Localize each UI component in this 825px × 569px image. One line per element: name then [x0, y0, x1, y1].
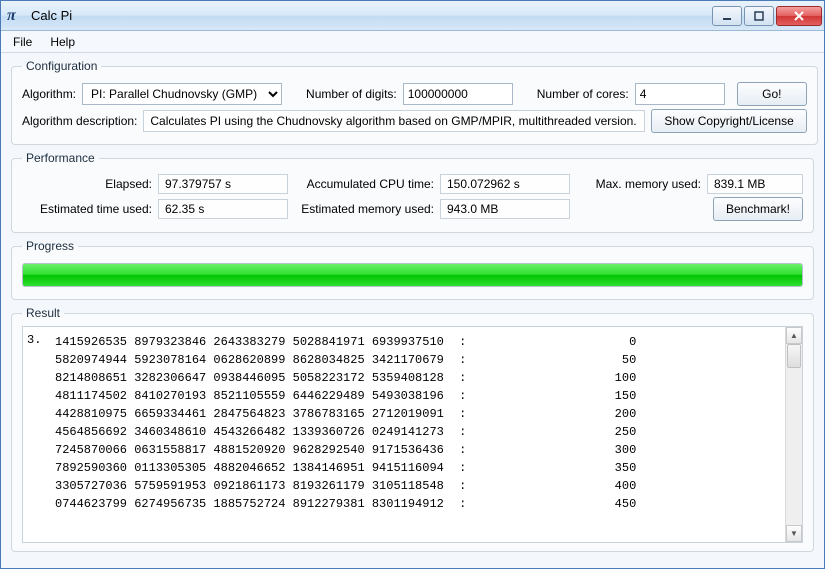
result-index: 50	[466, 351, 636, 369]
elapsed-label: Elapsed:	[22, 177, 152, 191]
result-digits: 7245870066 0631558817 4881520920 9628292…	[55, 441, 444, 459]
performance-group: Performance Elapsed: 97.379757 s Accumul…	[11, 151, 814, 233]
result-index: 0	[466, 333, 636, 351]
result-digits: 4811174502 8410270193 8521105559 6446229…	[55, 387, 444, 405]
result-line: 1415926535 8979323846 2643383279 5028841…	[55, 333, 781, 351]
result-line: 8214808651 3282306647 0938446095 5058223…	[55, 369, 781, 387]
config-group: Configuration Algorithm: PI: Parallel Ch…	[11, 59, 818, 145]
config-legend: Configuration	[22, 59, 101, 73]
result-index: 350	[466, 459, 636, 477]
algorithm-select[interactable]: PI: Parallel Chudnovsky (GMP)	[82, 83, 282, 105]
result-colon: :	[444, 477, 466, 495]
result-line: 4564856692 3460348610 4543266482 1339360…	[55, 423, 781, 441]
result-digits: 4564856692 3460348610 4543266482 1339360…	[55, 423, 444, 441]
result-digits: 1415926535 8979323846 2643383279 5028841…	[55, 333, 444, 351]
result-colon: :	[444, 423, 466, 441]
result-line: 5820974944 5923078164 0628620899 8628034…	[55, 351, 781, 369]
result-line: 7892590360 0113305305 4882046652 1384146…	[55, 459, 781, 477]
maximize-icon	[754, 11, 764, 21]
accum-cpu-value: 150.072962 s	[440, 174, 570, 194]
cores-input[interactable]	[635, 83, 725, 105]
result-colon: :	[444, 459, 466, 477]
result-text[interactable]: 1415926535 8979323846 2643383279 5028841…	[51, 327, 785, 542]
window-controls	[712, 6, 822, 26]
max-mem-value: 839.1 MB	[707, 174, 803, 194]
result-digits: 4428810975 6659334461 2847564823 3786783…	[55, 405, 444, 423]
menubar: File Help	[1, 31, 824, 53]
scroll-down-button[interactable]: ▼	[786, 525, 802, 542]
scroll-thumb[interactable]	[787, 344, 801, 368]
minimize-button[interactable]	[712, 6, 742, 26]
result-index: 250	[466, 423, 636, 441]
result-digits: 8214808651 3282306647 0938446095 5058223…	[55, 369, 444, 387]
result-colon: :	[444, 351, 466, 369]
license-button[interactable]: Show Copyright/License	[651, 109, 806, 133]
digits-input[interactable]	[403, 83, 513, 105]
result-line: 7245870066 0631558817 4881520920 9628292…	[55, 441, 781, 459]
result-scrollbar[interactable]: ▲ ▼	[785, 327, 802, 542]
est-time-label: Estimated time used:	[22, 202, 152, 216]
accum-cpu-label: Accumulated CPU time:	[294, 177, 434, 191]
est-mem-value: 943.0 MB	[440, 199, 570, 219]
result-index: 150	[466, 387, 636, 405]
result-colon: :	[444, 369, 466, 387]
close-button[interactable]	[776, 6, 822, 26]
performance-legend: Performance	[22, 151, 99, 165]
result-digits: 5820974944 5923078164 0628620899 8628034…	[55, 351, 444, 369]
progress-bar	[22, 263, 803, 287]
go-button[interactable]: Go!	[737, 82, 807, 106]
result-line: 0744623799 6274956735 1885752724 8912279…	[55, 495, 781, 513]
titlebar: π Calc Pi	[1, 1, 824, 31]
est-time-value: 62.35 s	[158, 199, 288, 219]
result-line: 3305727036 5759591953 0921861173 8193261…	[55, 477, 781, 495]
algo-desc-label: Algorithm description:	[22, 114, 137, 128]
result-digits: 0744623799 6274956735 1885752724 8912279…	[55, 495, 444, 513]
result-colon: :	[444, 441, 466, 459]
algo-desc-value: Calculates PI using the Chudnovsky algor…	[143, 110, 645, 132]
result-digits: 3305727036 5759591953 0921861173 8193261…	[55, 477, 444, 495]
cores-label: Number of cores:	[537, 87, 629, 101]
result-line: 4428810975 6659334461 2847564823 3786783…	[55, 405, 781, 423]
est-mem-label: Estimated memory used:	[294, 202, 434, 216]
digits-label: Number of digits:	[306, 87, 397, 101]
progress-legend: Progress	[22, 239, 78, 253]
result-index: 200	[466, 405, 636, 423]
minimize-icon	[722, 11, 732, 21]
scroll-up-button[interactable]: ▲	[786, 327, 802, 344]
app-icon: π	[7, 7, 25, 25]
result-digits: 7892590360 0113305305 4882046652 1384146…	[55, 459, 444, 477]
progress-group: Progress	[11, 239, 814, 300]
app-window: π Calc Pi File Help Configuration Algori…	[0, 0, 825, 569]
elapsed-value: 97.379757 s	[158, 174, 288, 194]
result-legend: Result	[22, 306, 64, 320]
benchmark-button[interactable]: Benchmark!	[713, 197, 803, 221]
result-leading: 3.	[23, 327, 51, 542]
result-colon: :	[444, 405, 466, 423]
result-index: 400	[466, 477, 636, 495]
result-colon: :	[444, 333, 466, 351]
window-title: Calc Pi	[31, 8, 712, 23]
result-colon: :	[444, 387, 466, 405]
client-area: Configuration Algorithm: PI: Parallel Ch…	[1, 53, 824, 568]
result-group: Result 3. 1415926535 8979323846 26433832…	[11, 306, 814, 552]
close-icon	[793, 11, 805, 21]
result-colon: :	[444, 495, 466, 513]
result-line: 4811174502 8410270193 8521105559 6446229…	[55, 387, 781, 405]
menu-file[interactable]: File	[5, 33, 40, 51]
result-index: 100	[466, 369, 636, 387]
result-index: 300	[466, 441, 636, 459]
max-mem-label: Max. memory used:	[576, 177, 701, 191]
result-area: 3. 1415926535 8979323846 2643383279 5028…	[22, 326, 803, 543]
scroll-track[interactable]	[786, 344, 802, 525]
algorithm-label: Algorithm:	[22, 87, 76, 101]
menu-help[interactable]: Help	[42, 33, 83, 51]
progress-fill	[23, 264, 802, 286]
maximize-button[interactable]	[744, 6, 774, 26]
result-index: 450	[466, 495, 636, 513]
